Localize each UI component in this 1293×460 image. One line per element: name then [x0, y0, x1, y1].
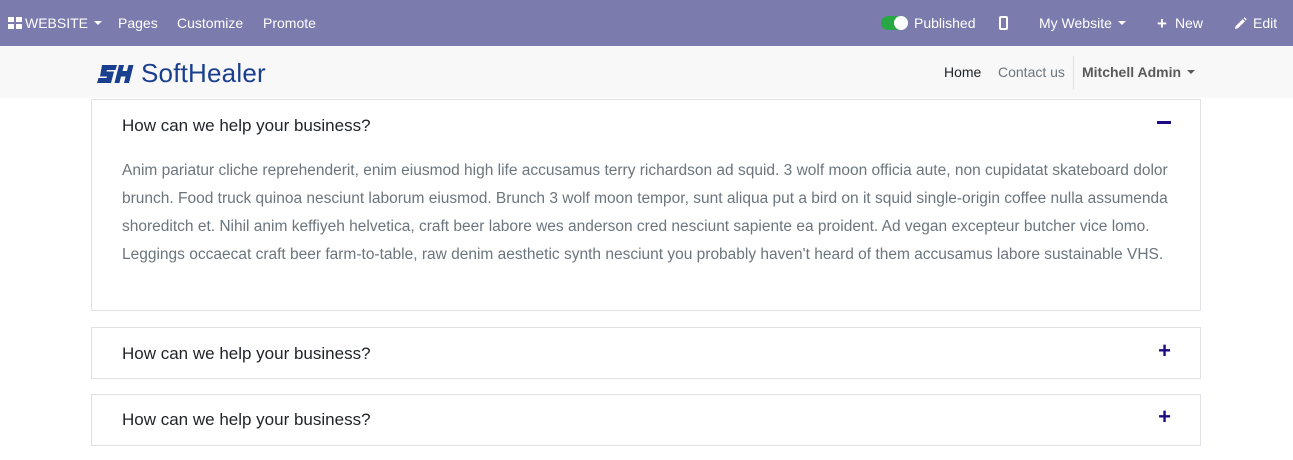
new-button[interactable]: + New: [1157, 0, 1203, 46]
accordion-item: How can we help your business? +: [91, 394, 1201, 446]
accordion-item: How can we help your business? Anim pari…: [91, 99, 1201, 311]
my-website-menu[interactable]: My Website: [1039, 0, 1126, 46]
plus-icon: +: [1158, 404, 1171, 429]
promote-menu[interactable]: Promote: [263, 0, 316, 46]
my-website-label: My Website: [1039, 15, 1112, 31]
mobile-preview-button[interactable]: [999, 0, 1008, 46]
expand-button[interactable]: +: [1158, 406, 1171, 428]
collapse-button[interactable]: [1157, 121, 1171, 124]
pencil-icon: [1234, 16, 1247, 30]
accordion-item: How can we help your business? +: [91, 327, 1201, 379]
admin-topbar: WEBSITE Pages Customize Promote Publishe…: [0, 0, 1293, 46]
site-logo[interactable]: SoftHealer: [97, 58, 266, 89]
plus-icon: +: [1157, 13, 1167, 33]
minus-icon: [1157, 121, 1171, 124]
nav-contact-us[interactable]: Contact us: [998, 46, 1065, 98]
nav-divider: [1073, 56, 1074, 89]
accordion-question[interactable]: How can we help your business?: [122, 116, 371, 136]
chevron-down-icon: [1187, 70, 1196, 74]
user-menu[interactable]: Mitchell Admin: [1082, 46, 1196, 98]
logo-text: SoftHealer: [141, 58, 266, 88]
pages-menu[interactable]: Pages: [118, 0, 158, 46]
plus-icon: +: [1158, 338, 1171, 363]
website-menu[interactable]: WEBSITE: [8, 0, 103, 46]
apps-grid-icon: [8, 17, 22, 29]
website-menu-label: WEBSITE: [25, 15, 89, 31]
chevron-down-icon: [94, 21, 103, 25]
nav-home[interactable]: Home: [944, 46, 981, 98]
chevron-down-icon: [1117, 21, 1126, 25]
edit-button[interactable]: Edit: [1234, 0, 1277, 46]
accordion-question[interactable]: How can we help your business?: [122, 410, 371, 430]
accordion-answer: Anim pariatur cliche reprehenderit, enim…: [122, 162, 1168, 263]
customize-menu[interactable]: Customize: [177, 0, 243, 46]
site-header: SoftHealer Home Contact us Mitchell Admi…: [0, 46, 1293, 98]
user-name: Mitchell Admin: [1082, 64, 1182, 80]
edit-label: Edit: [1253, 15, 1278, 31]
softhealer-logo-icon: [97, 64, 134, 83]
new-label: New: [1174, 15, 1203, 31]
toggle-switch-icon: [881, 16, 908, 30]
published-label: Published: [914, 15, 976, 31]
published-toggle[interactable]: Published: [881, 0, 976, 46]
accordion-question[interactable]: How can we help your business?: [122, 344, 371, 364]
mobile-phone-icon: [999, 16, 1008, 30]
expand-button[interactable]: +: [1158, 340, 1171, 362]
